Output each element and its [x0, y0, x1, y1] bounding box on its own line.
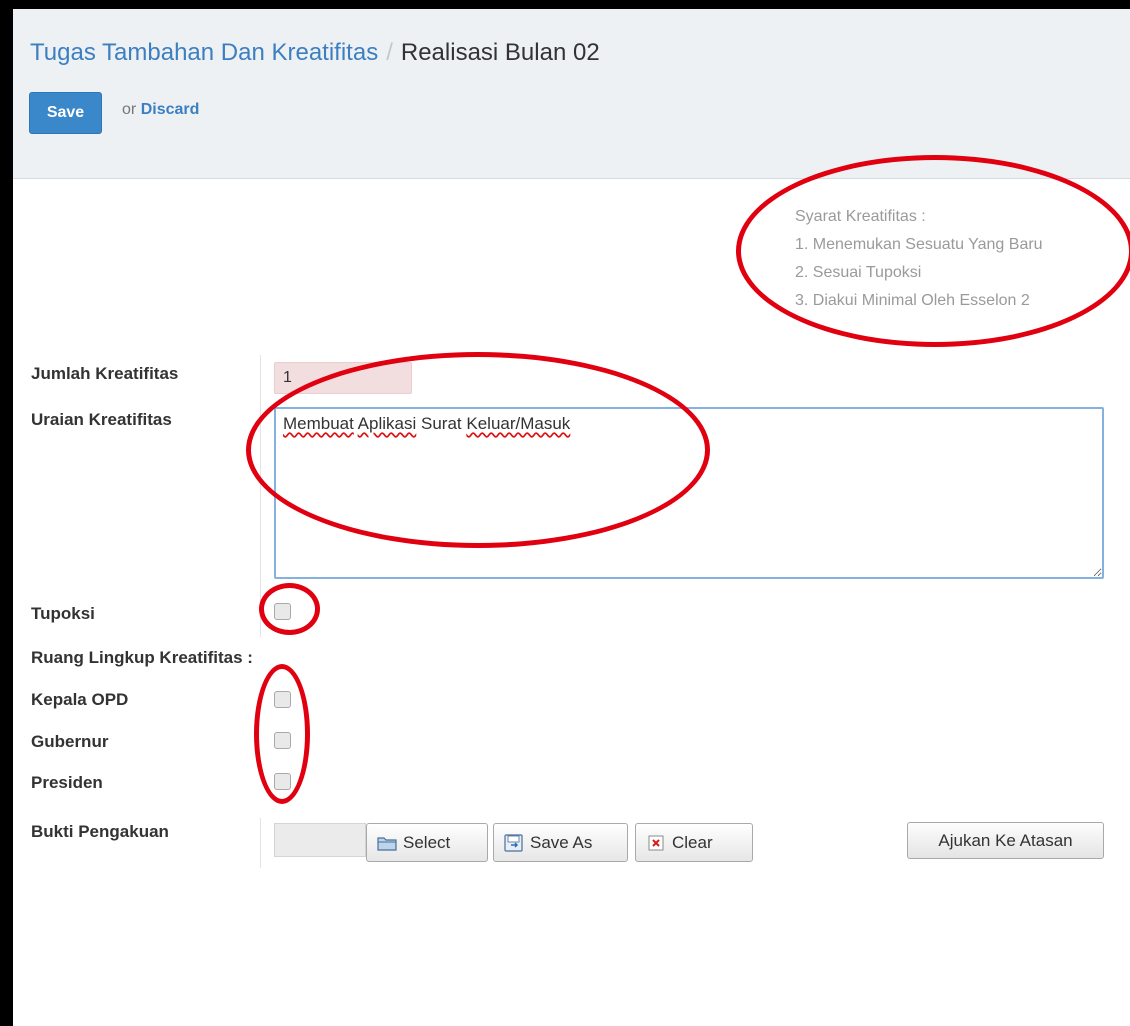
discard-link[interactable]: Discard: [141, 101, 200, 118]
gubernur-checkbox[interactable]: [274, 732, 291, 749]
select-label: Select: [403, 832, 451, 852]
jumlah-input[interactable]: [274, 362, 412, 394]
requirement-item: 3. Diakui Minimal Oleh Esselon 2: [795, 292, 1030, 309]
requirement-item: 2. Sesuai Tupoksi: [795, 264, 922, 281]
gubernur-label: Gubernur: [31, 732, 109, 751]
tupoksi-checkbox[interactable]: [274, 603, 291, 620]
jumlah-label: Jumlah Kreatifitas: [31, 364, 179, 383]
frame-left-border: [0, 0, 13, 1026]
clear-x-icon: [646, 834, 666, 852]
breadcrumb: Tugas Tambahan Dan Kreatifitas / Realisasi…: [30, 39, 600, 67]
breadcrumb-parent-link[interactable]: Tugas Tambahan Dan Kreatifitas: [30, 39, 378, 66]
clear-label: Clear: [672, 832, 713, 852]
kepala-opd-checkbox[interactable]: [274, 691, 291, 708]
frame-top-border: [0, 0, 1130, 9]
kepala-opd-label: Kepala OPD: [31, 690, 129, 709]
save-as-button[interactable]: Save As: [493, 823, 628, 862]
requirements-title: Syarat Kreatifitas :: [795, 208, 926, 225]
submit-to-superior-button[interactable]: Ajukan Ke Atasan: [907, 822, 1104, 859]
folder-icon: [377, 834, 397, 852]
breadcrumb-separator: /: [386, 39, 393, 66]
clear-file-button[interactable]: Clear: [635, 823, 753, 862]
presiden-label: Presiden: [31, 773, 103, 792]
save-as-label: Save As: [530, 832, 593, 852]
field-separator-line: [260, 355, 261, 637]
bukti-label: Bukti Pengakuan: [31, 822, 169, 841]
tupoksi-label: Tupoksi: [31, 604, 95, 623]
save-as-icon: [504, 833, 524, 852]
or-text: or: [122, 101, 137, 118]
uraian-label: Uraian Kreatifitas: [31, 410, 172, 429]
requirement-item: 1. Menemukan Sesuatu Yang Baru: [795, 236, 1043, 253]
ruang-lingkup-label: Ruang Lingkup Kreatifitas :: [31, 648, 253, 667]
uraian-textarea[interactable]: [274, 407, 1104, 579]
select-file-button[interactable]: Select: [366, 823, 488, 862]
field-separator-line: [260, 818, 261, 868]
or-discard: or Discard: [122, 101, 199, 119]
form-header: Tugas Tambahan Dan Kreatifitas / Realisasi…: [13, 9, 1130, 179]
requirements-note: Syarat Kreatifitas : 1. Menemukan Sesuat…: [795, 203, 1043, 315]
save-button[interactable]: Save: [29, 92, 102, 134]
file-name-field[interactable]: [274, 823, 366, 857]
breadcrumb-current: Realisasi Bulan 02: [400, 39, 600, 66]
presiden-checkbox[interactable]: [274, 773, 291, 790]
